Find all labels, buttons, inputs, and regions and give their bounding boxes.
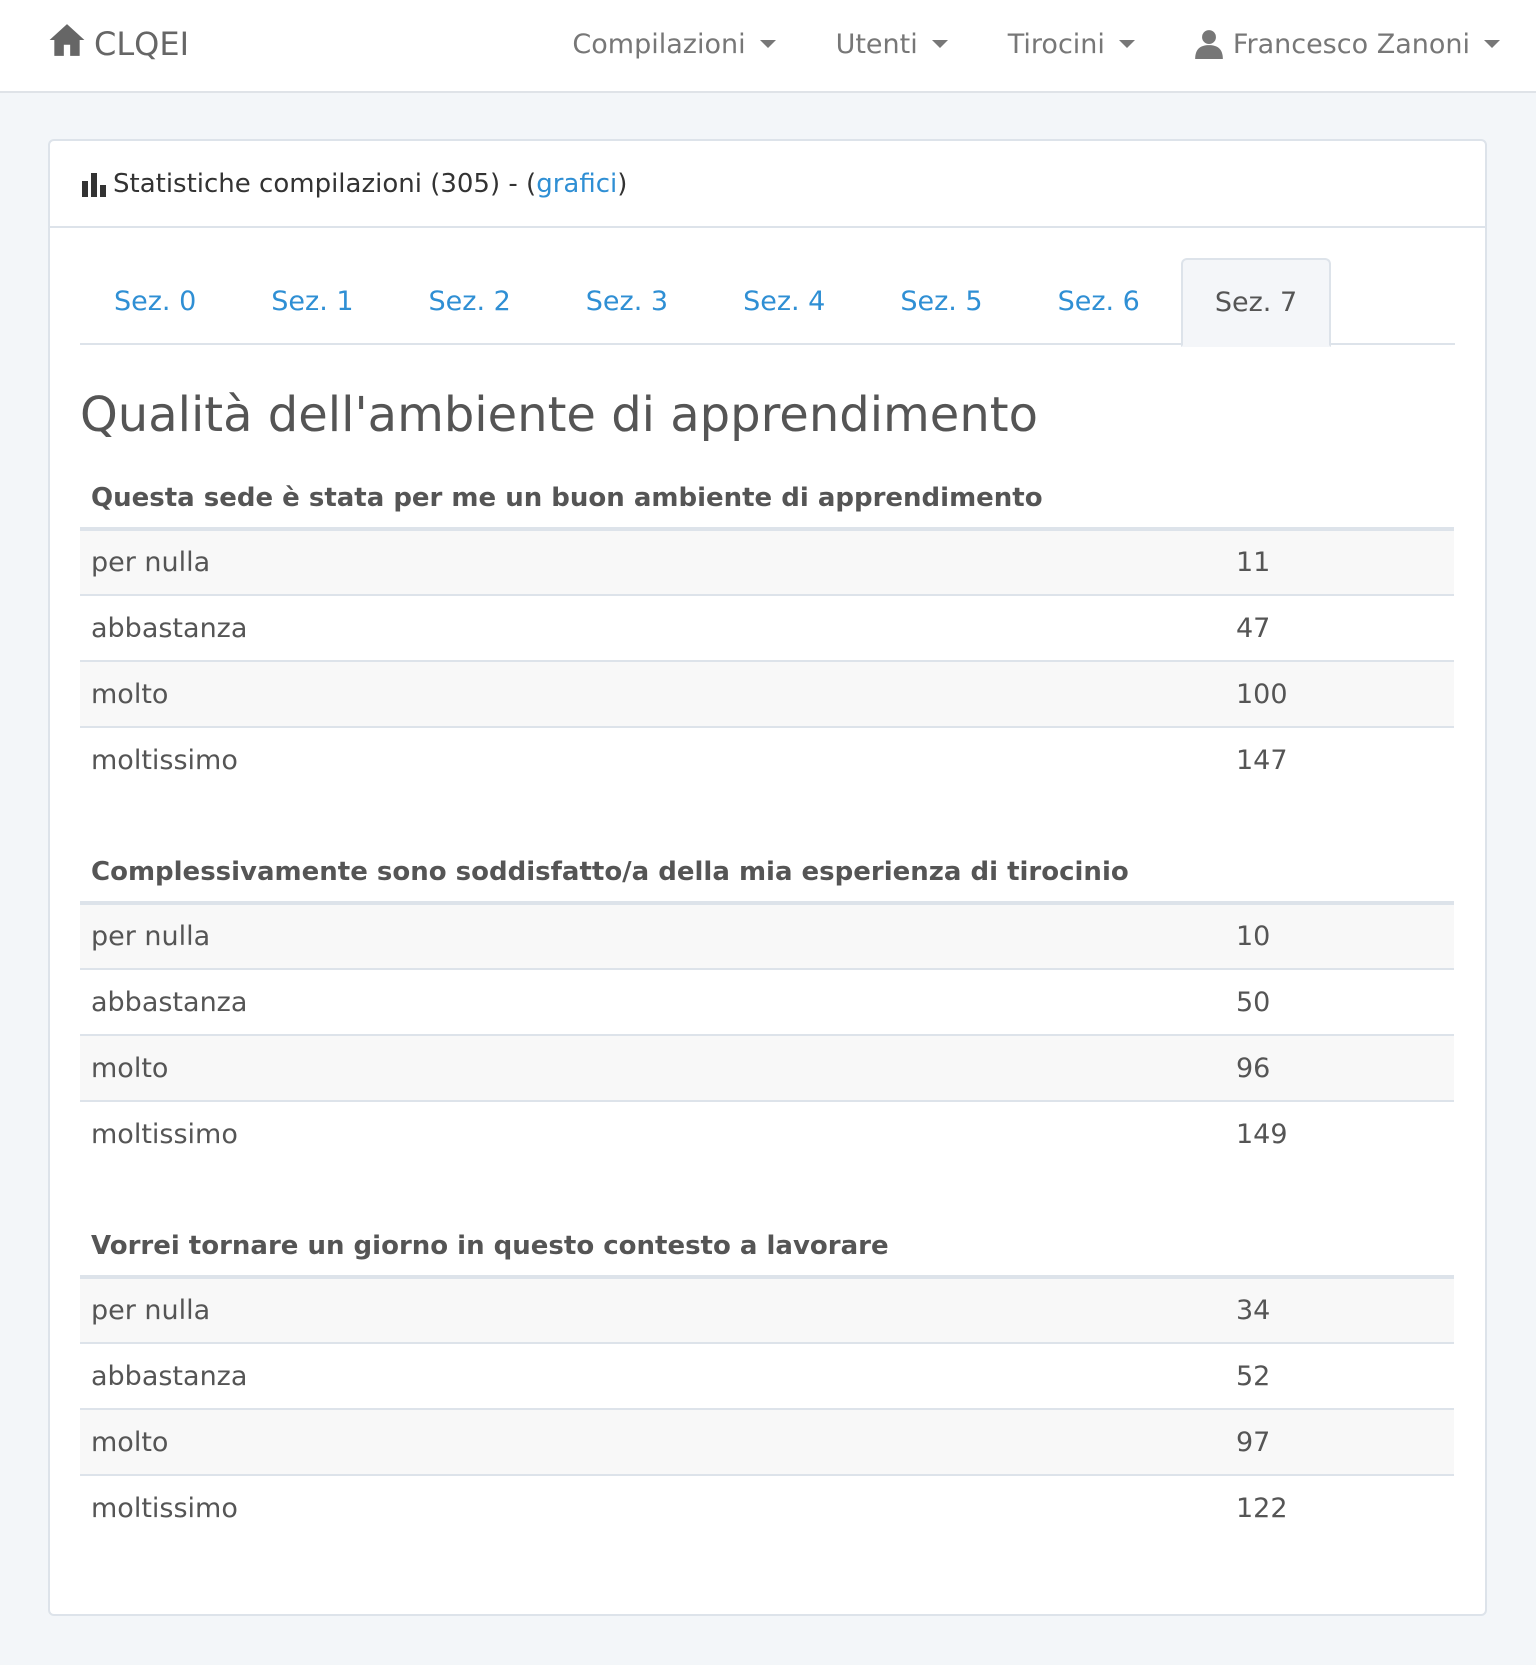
nav-tirocini[interactable]: Tirocini bbox=[978, 0, 1165, 88]
user-icon bbox=[1195, 29, 1223, 59]
tab-sez-3[interactable]: Sez. 3 bbox=[552, 258, 702, 345]
question-title: Vorrei tornare un giorno in questo conte… bbox=[80, 1219, 1454, 1279]
question-table: Questa sede è stata per me un buon ambie… bbox=[80, 471, 1454, 793]
tab-sez-2[interactable]: Sez. 2 bbox=[395, 258, 545, 345]
stats-panel: Statistiche compilazioni (305) - (grafic… bbox=[48, 139, 1487, 1616]
table-row: molto 100 bbox=[80, 660, 1454, 727]
answer-count: 10 bbox=[1225, 903, 1454, 969]
home-icon bbox=[48, 21, 86, 67]
caret-down-icon bbox=[931, 40, 948, 48]
answer-count: 52 bbox=[1225, 1342, 1454, 1409]
answer-label: molto bbox=[80, 1408, 1225, 1475]
brand-name: CLQEI bbox=[94, 25, 190, 63]
panel-title: Statistiche compilazioni (305) - ( bbox=[113, 168, 537, 199]
tab-sez-5[interactable]: Sez. 5 bbox=[866, 258, 1016, 345]
brand-link[interactable]: CLQEI bbox=[48, 22, 189, 66]
nav-user-menu[interactable]: Francesco Zanoni bbox=[1165, 0, 1512, 88]
panel-body: Sez. 0 Sez. 1 Sez. 2 Sez. 3 Sez. 4 Sez. … bbox=[50, 258, 1485, 1541]
tab-sez-7[interactable]: Sez. 7 bbox=[1180, 258, 1332, 347]
answer-label: per nulla bbox=[80, 529, 1225, 595]
panel-heading: Statistiche compilazioni (305) - (grafic… bbox=[50, 141, 1485, 228]
nav-compilazioni[interactable]: Compilazioni bbox=[542, 0, 805, 88]
section-tabs: Sez. 0 Sez. 1 Sez. 2 Sez. 3 Sez. 4 Sez. … bbox=[80, 258, 1455, 347]
answer-label: abbastanza bbox=[80, 1342, 1225, 1409]
table-row: abbastanza 52 bbox=[80, 1342, 1454, 1409]
tab-sez-0[interactable]: Sez. 0 bbox=[80, 258, 230, 345]
nav-menu: Compilazioni Utenti Tirocini Francesco Z… bbox=[542, 0, 1512, 88]
nav-tirocini-label: Tirocini bbox=[1007, 28, 1105, 60]
answer-count: 100 bbox=[1225, 660, 1454, 727]
tab-sez-1[interactable]: Sez. 1 bbox=[237, 258, 387, 345]
nav-utenti[interactable]: Utenti bbox=[806, 0, 978, 88]
section-title: Qualità dell'ambiente di apprendimento bbox=[80, 387, 1038, 443]
table-row: abbastanza 47 bbox=[80, 594, 1454, 661]
answer-label: moltissimo bbox=[80, 726, 1225, 793]
table-row: abbastanza 50 bbox=[80, 968, 1454, 1035]
tab-sez-6[interactable]: Sez. 6 bbox=[1024, 258, 1174, 345]
answer-count: 96 bbox=[1225, 1034, 1454, 1101]
table-row: moltissimo 149 bbox=[80, 1100, 1454, 1167]
answer-count: 50 bbox=[1225, 968, 1454, 1035]
caret-down-icon bbox=[759, 40, 776, 48]
question-table: Vorrei tornare un giorno in questo conte… bbox=[80, 1219, 1454, 1541]
table-row: per nulla 10 bbox=[80, 903, 1454, 969]
caret-down-icon bbox=[1484, 40, 1500, 48]
table-row: molto 96 bbox=[80, 1034, 1454, 1101]
table-row: moltissimo 147 bbox=[80, 726, 1454, 793]
charts-link[interactable]: grafici bbox=[536, 169, 617, 199]
caret-down-icon bbox=[1118, 40, 1135, 48]
answer-label: abbastanza bbox=[80, 594, 1225, 661]
user-name: Francesco Zanoni bbox=[1232, 28, 1470, 60]
answer-count: 34 bbox=[1225, 1277, 1454, 1343]
answer-label: molto bbox=[80, 1034, 1225, 1101]
question-title: Questa sede è stata per me un buon ambie… bbox=[80, 471, 1454, 531]
tab-sez-4[interactable]: Sez. 4 bbox=[709, 258, 859, 345]
table-row: moltissimo 122 bbox=[80, 1474, 1454, 1541]
answer-label: moltissimo bbox=[80, 1100, 1225, 1167]
question-table: Complessivamente sono soddisfatto/a dell… bbox=[80, 845, 1454, 1167]
answer-label: per nulla bbox=[80, 903, 1225, 969]
nav-compilazioni-label: Compilazioni bbox=[572, 28, 746, 60]
question-title: Complessivamente sono soddisfatto/a dell… bbox=[80, 845, 1454, 905]
panel-title-end: ) bbox=[617, 168, 628, 199]
answer-count: 47 bbox=[1225, 594, 1454, 661]
answer-count: 122 bbox=[1225, 1474, 1454, 1541]
table-row: per nulla 11 bbox=[80, 529, 1454, 595]
answer-label: molto bbox=[80, 660, 1225, 727]
nav-utenti-label: Utenti bbox=[835, 28, 918, 60]
answer-count: 11 bbox=[1225, 529, 1454, 595]
answer-count: 97 bbox=[1225, 1408, 1454, 1475]
answer-count: 149 bbox=[1225, 1100, 1454, 1167]
table-row: molto 97 bbox=[80, 1408, 1454, 1475]
answer-label: moltissimo bbox=[80, 1474, 1225, 1541]
answer-label: per nulla bbox=[80, 1277, 1225, 1343]
answer-count: 147 bbox=[1225, 726, 1454, 793]
bar-chart-icon bbox=[81, 171, 113, 197]
navbar: CLQEI Compilazioni Utenti Tirocini Franc… bbox=[0, 0, 1536, 93]
table-row: per nulla 34 bbox=[80, 1277, 1454, 1343]
answer-label: abbastanza bbox=[80, 968, 1225, 1035]
